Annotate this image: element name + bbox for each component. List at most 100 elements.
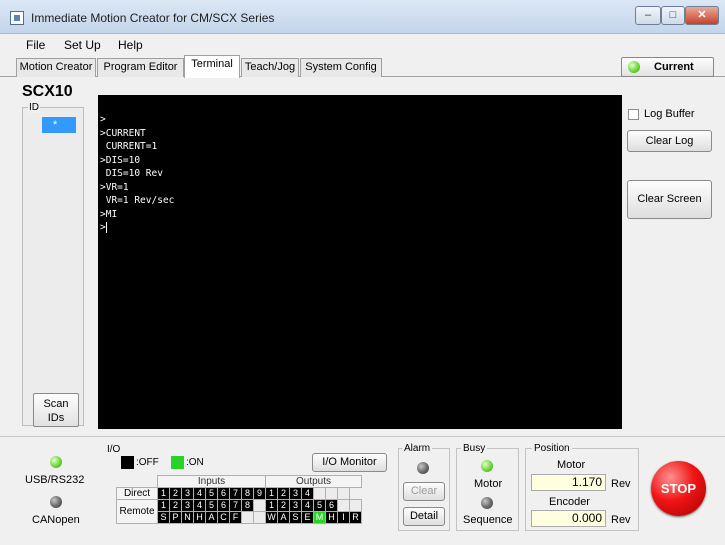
close-icon: ✕ (697, 9, 707, 21)
canopen-status-led (50, 496, 62, 508)
clear-log-button[interactable]: Clear Log (627, 130, 712, 152)
maximize-icon: □ (669, 9, 677, 21)
io-cell: 4 (193, 487, 206, 500)
io-cell: 7 (229, 499, 242, 512)
position-label: Position (532, 443, 572, 454)
io-cell: 3 (289, 487, 302, 500)
io-cell (325, 487, 338, 500)
encoder-position-field: 0.000 (531, 510, 606, 527)
scan-ids-label-2: IDs (47, 412, 65, 424)
io-monitor-button[interactable]: I/O Monitor (312, 453, 387, 472)
log-buffer-checkbox[interactable] (628, 109, 639, 120)
terminal-line: >CURRENT (100, 127, 146, 139)
alarm-label: Alarm (402, 443, 433, 454)
motor-position-label: Motor (557, 459, 586, 471)
tab-program-editor[interactable]: Program Editor (97, 58, 184, 77)
alarm-led (417, 462, 429, 474)
menu-help[interactable]: Help (118, 38, 143, 52)
busy-sequence-label: Sequence (463, 514, 513, 526)
io-cell: H (325, 511, 338, 524)
io-cell: P (169, 511, 182, 524)
encoder-position-label: Encoder (549, 496, 590, 508)
motor-position-field: 1.170 (531, 474, 606, 491)
io-off-label: :OFF (136, 457, 159, 468)
log-buffer-label: Log Buffer (644, 108, 695, 120)
io-cell: R (349, 511, 362, 524)
io-cell: A (277, 511, 290, 524)
tab-motion-creator[interactable]: Motion Creator (16, 58, 96, 77)
current-button-label: Current (654, 61, 694, 73)
minimize-icon: – (644, 9, 652, 21)
stop-button[interactable]: STOP (651, 461, 706, 516)
io-cell (337, 487, 350, 500)
encoder-position-unit: Rev (611, 514, 631, 526)
io-cell (253, 499, 266, 512)
busy-motor-label: Motor (474, 478, 503, 490)
io-cell: W (265, 511, 278, 524)
terminal-console[interactable]: > >CURRENT CURRENT=1 >DIS=10 DIS=10 Rev … (98, 95, 622, 429)
menu-setup[interactable]: Set Up (64, 38, 101, 52)
tab-system-config[interactable]: System Config (300, 58, 382, 77)
io-cell: 7 (229, 487, 242, 500)
terminal-line: >DIS=10 (100, 154, 141, 166)
terminal-line: >VR=1 (100, 181, 129, 193)
minimize-button[interactable]: – (635, 6, 661, 25)
io-cell: 5 (205, 499, 218, 512)
menu-file[interactable]: File (26, 38, 45, 52)
io-cell: 8 (241, 487, 254, 500)
io-cell: M (313, 511, 326, 524)
clear-screen-button[interactable]: Clear Screen (627, 180, 712, 219)
io-cell: N (181, 511, 194, 524)
window-title: Immediate Motion Creator for CM/SCX Seri… (31, 11, 275, 25)
canopen-label: CANopen (32, 514, 80, 526)
io-cell: I (337, 511, 350, 524)
io-cell: 4 (301, 499, 314, 512)
io-cell (253, 511, 266, 524)
id-list-item-selected[interactable]: * (42, 117, 76, 133)
current-button[interactable]: Current (621, 57, 714, 77)
io-cell: 4 (301, 487, 314, 500)
io-cell: 6 (325, 499, 338, 512)
remote-row-label: Remote (116, 499, 158, 524)
io-corner (117, 476, 158, 488)
usb-status-led (50, 456, 62, 468)
current-status-led (628, 61, 640, 73)
text-cursor (105, 222, 107, 233)
io-cell (241, 511, 254, 524)
io-cell (349, 499, 362, 512)
usb-rs232-label: USB/RS232 (25, 474, 85, 486)
alarm-detail-button[interactable]: Detail (403, 507, 445, 526)
io-cell: S (157, 511, 170, 524)
menu-bar (0, 34, 725, 56)
terminal-prompt-line: > (98, 221, 622, 235)
io-cell: 6 (217, 499, 230, 512)
io-cell: 2 (277, 487, 290, 500)
terminal-line: VR=1 Rev/sec (100, 195, 175, 206)
app-icon (10, 11, 24, 25)
alarm-clear-button[interactable]: Clear (403, 482, 445, 501)
id-label: ID (28, 102, 40, 113)
scan-ids-button[interactable]: Scan IDs (33, 393, 79, 427)
io-cell: 3 (289, 499, 302, 512)
terminal-line: >MI (100, 208, 118, 220)
io-cell: A (205, 511, 218, 524)
io-cell: 2 (169, 499, 182, 512)
io-cell: 2 (169, 487, 182, 500)
io-cell (337, 499, 350, 512)
close-button[interactable]: ✕ (685, 6, 719, 25)
io-cell: 4 (193, 499, 206, 512)
tab-terminal[interactable]: Terminal (184, 55, 240, 78)
io-cell: E (301, 511, 314, 524)
io-cell (313, 487, 326, 500)
io-cell: 1 (157, 499, 170, 512)
io-cell: H (193, 511, 206, 524)
io-cell: 9 (253, 487, 266, 500)
maximize-button[interactable]: □ (661, 6, 685, 25)
io-cell: S (289, 511, 302, 524)
io-off-swatch (121, 456, 134, 469)
tab-teach-jog[interactable]: Teach/Jog (241, 58, 299, 77)
id-list[interactable] (22, 107, 84, 426)
io-title: I/O (107, 444, 121, 455)
io-cell: 5 (205, 487, 218, 500)
io-status-table: Inputs Outputs Direct 1234567891234 Remo… (116, 475, 362, 524)
